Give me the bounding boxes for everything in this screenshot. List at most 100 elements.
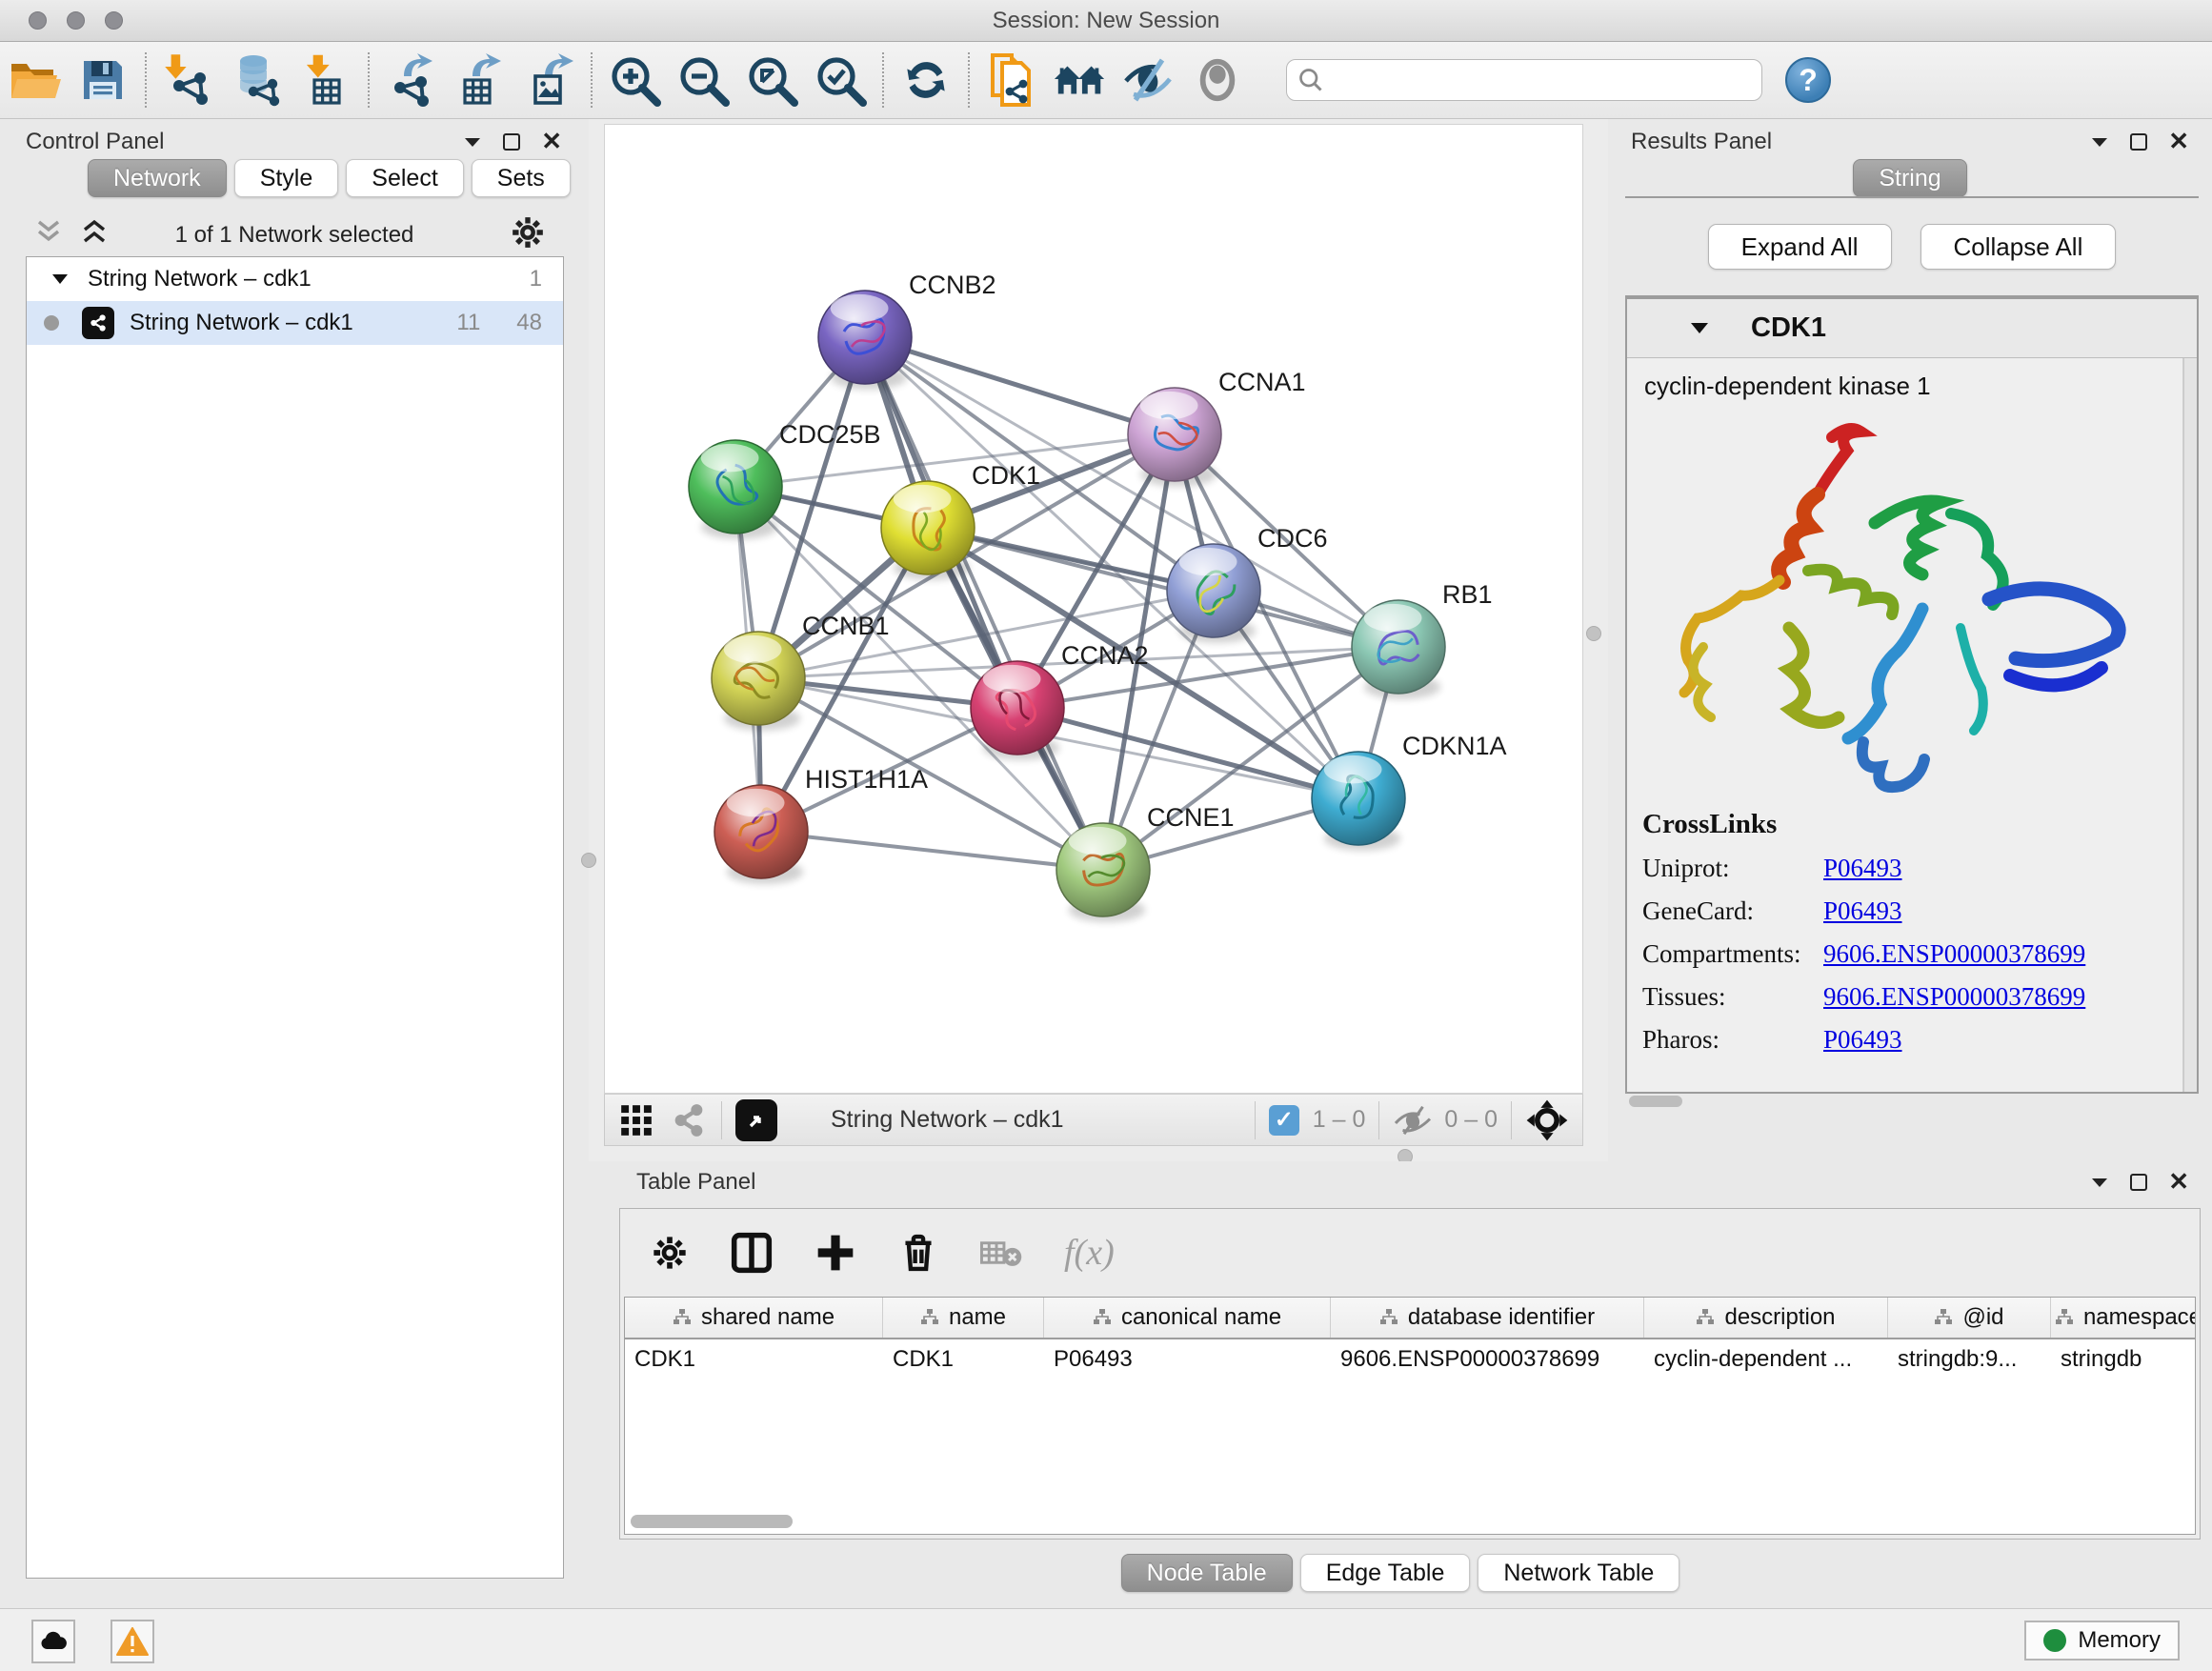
node-CDC6[interactable]: CDC6 xyxy=(1167,524,1328,643)
crosslink-link[interactable]: 9606.ENSP00000378699 xyxy=(1823,982,2085,1012)
split-columns-icon[interactable] xyxy=(731,1232,773,1274)
panel-menu-icon[interactable] xyxy=(2090,135,2109,149)
crosslink-link[interactable]: 9606.ENSP00000378699 xyxy=(1823,939,2085,969)
panel-close-icon[interactable]: ✕ xyxy=(541,127,562,156)
memory-button[interactable]: Memory xyxy=(2024,1621,2180,1661)
hidden-eye-icon[interactable] xyxy=(1393,1104,1433,1137)
panel-close-icon[interactable]: ✕ xyxy=(2168,127,2189,156)
right-splitter-handle[interactable] xyxy=(1586,626,1601,641)
cell-description[interactable]: cyclin-dependent ... xyxy=(1644,1339,1888,1381)
network-collection-row[interactable]: String Network – cdk1 1 xyxy=(27,257,563,301)
network-row[interactable]: String Network – cdk1 11 48 xyxy=(27,301,563,345)
table-row[interactable]: CDK1CDK1P064939606.ENSP00000378699cyclin… xyxy=(625,1339,2195,1381)
crosslink-link[interactable]: P06493 xyxy=(1823,896,1902,926)
export-image-icon[interactable] xyxy=(514,50,583,111)
network-canvas[interactable]: CCNB2 CCNA1 CDC25B xyxy=(604,124,1583,1094)
network-view-icon[interactable] xyxy=(670,1101,708,1139)
node-CCNB1[interactable]: CCNB1 xyxy=(712,612,890,731)
tab-node-table[interactable]: Node Table xyxy=(1121,1554,1293,1592)
home-layout-icon[interactable] xyxy=(1046,50,1115,111)
panel-float-icon[interactable] xyxy=(503,133,520,151)
column-header-name[interactable]: name xyxy=(883,1298,1044,1338)
table-tabs: Node Table Edge Table Network Table xyxy=(589,1554,2212,1592)
warning-status-button[interactable] xyxy=(111,1620,154,1663)
collapse-all-button[interactable]: Collapse All xyxy=(1920,224,2117,270)
protein-collapse-icon[interactable] xyxy=(1690,321,1709,335)
edge-CDK1-RB1[interactable] xyxy=(928,528,1398,647)
birds-eye-toggle-icon[interactable] xyxy=(1525,1098,1569,1142)
panel-menu-icon[interactable] xyxy=(463,135,482,149)
table-hscroll-thumb[interactable] xyxy=(631,1515,793,1528)
column-header-shared-name[interactable]: shared name xyxy=(625,1298,883,1338)
export-table-icon[interactable] xyxy=(446,50,514,111)
export-network-icon[interactable] xyxy=(377,50,446,111)
crosslink-link[interactable]: P06493 xyxy=(1823,1025,1902,1055)
zoom-in-icon[interactable] xyxy=(600,50,669,111)
import-table-icon[interactable] xyxy=(292,50,360,111)
panel-close-icon[interactable]: ✕ xyxy=(2168,1167,2189,1197)
selected-checkbox-icon[interactable]: ✓ xyxy=(1269,1105,1299,1136)
hide-selected-icon[interactable] xyxy=(1115,50,1183,111)
column-header-description[interactable]: description xyxy=(1644,1298,1888,1338)
refresh-icon[interactable] xyxy=(892,50,960,111)
column-header-database-identifier[interactable]: database identifier xyxy=(1331,1298,1644,1338)
tab-sets[interactable]: Sets xyxy=(472,159,571,197)
cell-database-identifier[interactable]: 9606.ENSP00000378699 xyxy=(1331,1339,1644,1381)
column-header-canonical-name[interactable]: canonical name xyxy=(1044,1298,1331,1338)
zoom-fit-icon[interactable] xyxy=(737,50,806,111)
search-input[interactable] xyxy=(1325,67,1752,93)
panel-float-icon[interactable] xyxy=(2130,1174,2147,1191)
results-hscroll-thumb[interactable] xyxy=(1629,1096,1682,1107)
add-column-icon[interactable] xyxy=(814,1232,856,1274)
cloud-status-button[interactable] xyxy=(31,1620,75,1663)
crosslink-link[interactable]: P06493 xyxy=(1823,854,1902,883)
cell-name[interactable]: CDK1 xyxy=(883,1339,1044,1381)
node-CDKN1A[interactable]: CDKN1A xyxy=(1312,732,1507,851)
tab-network[interactable]: Network xyxy=(88,159,227,197)
protein-header-row[interactable]: CDK1 xyxy=(1627,299,2197,358)
tab-style[interactable]: Style xyxy=(234,159,339,197)
network-options-gear-icon[interactable] xyxy=(510,214,546,251)
collection-expand-icon[interactable] xyxy=(51,272,69,286)
grid-view-icon[interactable] xyxy=(618,1102,654,1138)
node-CCNA1[interactable]: CCNA1 xyxy=(1128,368,1306,487)
save-icon[interactable] xyxy=(69,50,137,111)
delete-column-icon[interactable] xyxy=(898,1232,938,1274)
node-CDK1[interactable]: CDK1 xyxy=(881,461,1040,580)
show-all-icon[interactable] xyxy=(1183,50,1252,111)
zoom-selected-icon[interactable] xyxy=(806,50,875,111)
column-header-namespace[interactable]: namespace xyxy=(2051,1298,2196,1338)
function-builder-icon[interactable]: f(x) xyxy=(1064,1232,1115,1274)
import-database-icon[interactable] xyxy=(223,50,292,111)
help-icon[interactable]: ? xyxy=(1785,57,1831,103)
node-HIST1H1A[interactable]: HIST1H1A xyxy=(714,765,928,884)
tab-string[interactable]: String xyxy=(1853,159,1966,197)
import-network-icon[interactable] xyxy=(154,50,223,111)
edge-CCNB2-CCNA1[interactable] xyxy=(865,337,1175,434)
delete-table-icon[interactable] xyxy=(980,1237,1022,1269)
crosslink-label: Pharos: xyxy=(1642,1025,1823,1055)
detach-view-icon[interactable] xyxy=(735,1099,777,1141)
edge-HIST1H1A-CCNE1[interactable] xyxy=(761,832,1103,870)
node-table[interactable]: shared namenamecanonical namedatabase id… xyxy=(624,1297,2196,1535)
edge-CCNA2-CDKN1A[interactable] xyxy=(1017,708,1358,798)
expand-all-button[interactable]: Expand All xyxy=(1708,224,1892,270)
left-splitter-handle[interactable] xyxy=(581,853,596,868)
clone-network-icon[interactable] xyxy=(977,50,1046,111)
tab-network-table[interactable]: Network Table xyxy=(1478,1554,1679,1592)
cell-canonical-name[interactable]: P06493 xyxy=(1044,1339,1331,1381)
zoom-out-icon[interactable] xyxy=(669,50,737,111)
string-network-graph[interactable]: CCNB2 CCNA1 CDC25B xyxy=(605,125,1582,1093)
gear-icon[interactable] xyxy=(651,1234,689,1272)
results-vscroll-track[interactable] xyxy=(2183,358,2197,1092)
panel-float-icon[interactable] xyxy=(2130,133,2147,151)
node-RB1[interactable]: RB1 xyxy=(1352,580,1493,699)
cell--id[interactable]: stringdb:9... xyxy=(1888,1339,2051,1381)
cell-namespace[interactable]: stringdb xyxy=(2051,1339,2196,1381)
tab-edge-table[interactable]: Edge Table xyxy=(1300,1554,1471,1592)
cell-shared-name[interactable]: CDK1 xyxy=(625,1339,883,1381)
panel-menu-icon[interactable] xyxy=(2090,1176,2109,1189)
open-folder-icon[interactable] xyxy=(0,50,69,111)
tab-select[interactable]: Select xyxy=(346,159,463,197)
column-header--id[interactable]: @id xyxy=(1888,1298,2051,1338)
